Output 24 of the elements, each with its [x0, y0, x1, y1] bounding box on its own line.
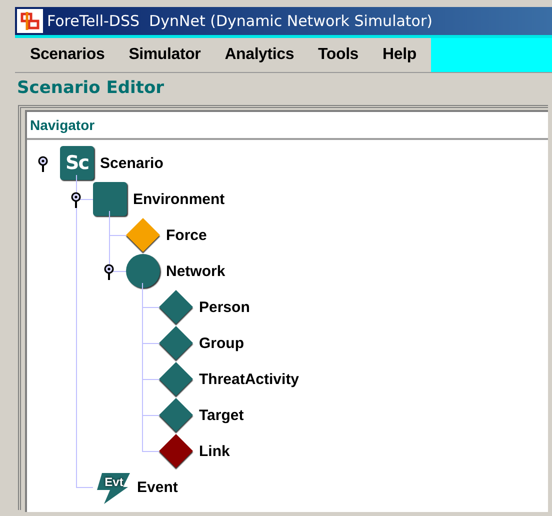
menu-item[interactable]: Tools — [309, 44, 368, 66]
tree-node-label[interactable]: Environment — [133, 190, 225, 208]
tree-node-label[interactable]: ThreatActivity — [199, 370, 300, 388]
expanded-handle-icon[interactable] — [103, 264, 115, 280]
menu-item[interactable]: Help — [374, 44, 426, 66]
tree-node-label[interactable]: Link — [199, 442, 230, 460]
tree-node-label[interactable]: Person — [199, 298, 250, 316]
tree-node-label[interactable]: Scenario — [100, 154, 164, 172]
tree-node-label[interactable]: Target — [199, 406, 244, 424]
editor-title: Scenario Editor — [16, 77, 164, 100]
panel-title: Navigator — [30, 117, 95, 133]
app-logo-icon — [17, 9, 43, 33]
event-badge: Evt — [97, 470, 131, 504]
expanded-handle-icon[interactable] — [37, 156, 49, 172]
menu-item[interactable]: Simulator — [120, 44, 210, 66]
window-title: ForeTell-DSS DynNet (Dynamic Network Simulator) — [47, 12, 433, 30]
menu-item[interactable]: Scenarios — [21, 44, 114, 66]
tree-node-label[interactable]: Force — [166, 226, 207, 244]
menu-item[interactable]: Analytics — [216, 44, 304, 66]
tree-node-label[interactable]: Network — [166, 262, 226, 280]
tree-node-label[interactable]: Event — [137, 478, 178, 496]
scenario-badge: Sc — [60, 146, 94, 180]
expanded-handle-icon[interactable] — [70, 192, 82, 208]
tree-node-label[interactable]: Group — [199, 334, 244, 352]
